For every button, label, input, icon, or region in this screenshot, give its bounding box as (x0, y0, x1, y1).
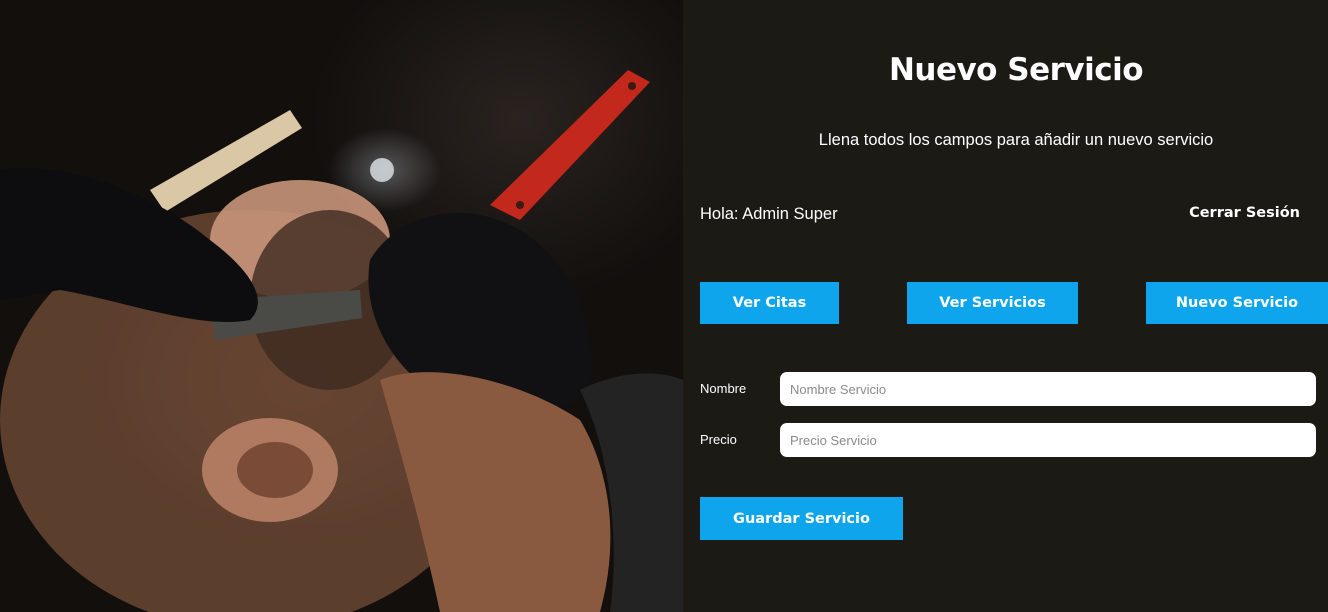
guardar-servicio-button[interactable]: Guardar Servicio (700, 497, 903, 540)
precio-input[interactable] (780, 423, 1316, 457)
red-razor-handle-shape (490, 70, 650, 220)
nombre-input[interactable] (780, 372, 1316, 406)
barber-photo (0, 0, 683, 612)
form-panel: Nuevo Servicio Llena todos los campos pa… (683, 0, 1328, 612)
page: Nuevo Servicio Llena todos los campos pa… (0, 0, 1328, 612)
barber-illustration (0, 70, 683, 612)
user-greeting: Hola: Admin Super (700, 205, 838, 223)
precio-label: Precio (700, 432, 737, 447)
page-title: Nuevo Servicio (888, 52, 1144, 88)
nuevo-servicio-button[interactable]: Nuevo Servicio (1146, 282, 1328, 324)
nombre-label: Nombre (700, 381, 747, 396)
logout-link[interactable]: Cerrar Sesión (1189, 205, 1300, 221)
ver-citas-button[interactable]: Ver Citas (700, 282, 839, 324)
page-subtitle: Llena todos los campos para añadir un nu… (818, 131, 1214, 149)
ver-servicios-button[interactable]: Ver Servicios (907, 282, 1078, 324)
